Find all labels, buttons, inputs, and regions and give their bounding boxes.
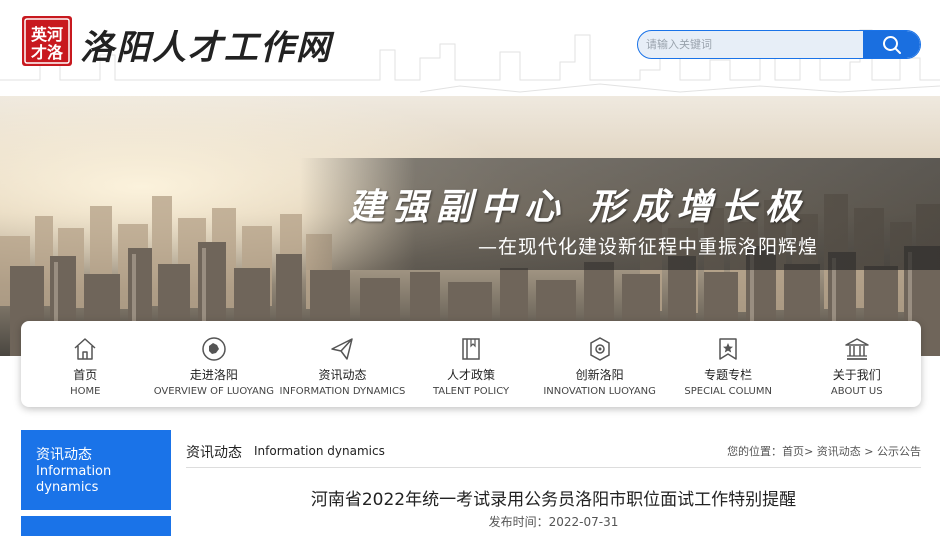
building-icon: [843, 335, 871, 363]
nav-label-en: SPECIAL COLUMN: [684, 386, 772, 397]
nav-label-cn: 专题专栏: [704, 368, 753, 382]
publish-label: 发布时间：: [488, 515, 549, 529]
breadcrumb-separator: >: [860, 445, 877, 458]
breadcrumb-prefix: 您的位置：: [727, 445, 783, 458]
nav-label-en: ABOUT US: [830, 386, 883, 397]
nav-label-cn: 资讯动态: [318, 368, 367, 382]
nav-item-special-column[interactable]: 专题专栏 SPECIAL COLUMN: [664, 321, 793, 407]
nav-item-overview[interactable]: 走进洛阳 OVERVIEW OF LUOYANG: [150, 321, 279, 407]
search-input[interactable]: [638, 31, 864, 58]
publish-info: 发布时间：2022-07-31: [186, 513, 921, 530]
book-icon: [457, 335, 485, 363]
breadcrumb-separator: >: [804, 445, 817, 458]
star-badge-icon: [714, 335, 742, 363]
search-icon: [883, 36, 901, 54]
svg-text:英河: 英河: [30, 25, 63, 44]
innovation-icon: [586, 335, 614, 363]
sidebar-item-information-active[interactable]: 资讯动态 Information dynamics: [21, 430, 171, 510]
nav-label-en: HOME: [70, 386, 101, 397]
banner-title: 建强副中心 形成增长极: [348, 186, 809, 228]
nav-label-en: OVERVIEW OF LUOYANG: [153, 386, 275, 397]
search-button[interactable]: [863, 31, 920, 58]
nav-item-information[interactable]: 资讯动态 INFORMATION DYNAMICS: [278, 321, 407, 407]
nav-item-home[interactable]: 首页 HOME: [21, 321, 150, 407]
map-icon: [200, 335, 228, 363]
svg-text:才洛: 才洛: [31, 43, 64, 62]
logo-seal-graphic: 英河 才洛: [24, 18, 70, 64]
nav-label-en: TALENT POLICY: [432, 386, 510, 397]
sidebar-item-label-en-line2: dynamics: [36, 480, 99, 495]
nav-label-cn: 关于我们: [832, 368, 881, 382]
nav-label-cn: 人才政策: [447, 368, 496, 382]
content-section-header: 资讯动态 Information dynamics 您的位置：首页> 资讯动态 …: [186, 440, 921, 468]
breadcrumb: 您的位置：首页> 资讯动态 > 公示公告: [727, 443, 921, 459]
nav-label-cn: 创新洛阳: [575, 368, 624, 382]
publish-date: 2022-07-31: [548, 515, 619, 529]
home-icon: [71, 335, 99, 363]
site-header: 英河 才洛 洛阳人才工作网: [0, 0, 940, 96]
nav-item-about[interactable]: 关于我们 ABOUT US: [792, 321, 921, 407]
section-title-cn: 资讯动态: [186, 445, 242, 461]
search-box: [637, 30, 921, 59]
section-title-en: Information dynamics: [254, 444, 385, 458]
article-title: 河南省2022年统一考试录用公务员洛阳市职位面试工作特别提醒: [310, 490, 797, 510]
sidebar-item-next[interactable]: [21, 516, 171, 536]
hero-banner: 建强副中心 形成增长极 —在现代化建设新征程中重振洛阳辉煌: [0, 96, 940, 356]
site-name[interactable]: 洛阳人才工作网: [80, 20, 332, 69]
logo-seal[interactable]: 英河 才洛: [22, 16, 72, 66]
nav-label-en: INFORMATION DYNAMICS: [279, 386, 406, 397]
paper-plane-icon: [328, 335, 356, 363]
nav-label-en: INNOVATION LUOYANG: [543, 386, 656, 397]
breadcrumb-section-link[interactable]: 资讯动态: [817, 445, 861, 458]
breadcrumb-home-link[interactable]: 首页: [782, 445, 804, 458]
nav-label-cn: 走进洛阳: [189, 368, 238, 382]
main-nav: 首页 HOME 走进洛阳 OVERVIEW OF LUOYANG 资讯动态 IN…: [21, 321, 921, 407]
banner-subtitle: —在现代化建设新征程中重振洛阳辉煌: [478, 236, 819, 258]
sidebar-item-label-cn: 资讯动态: [36, 447, 92, 463]
nav-item-talent-policy[interactable]: 人才政策 TALENT POLICY: [407, 321, 536, 407]
breadcrumb-current-link[interactable]: 公示公告: [877, 445, 921, 458]
sidebar-item-label-en-line1: Information: [36, 464, 112, 479]
nav-label-cn: 首页: [73, 368, 98, 382]
nav-item-innovation[interactable]: 创新洛阳 INNOVATION LUOYANG: [535, 321, 664, 407]
